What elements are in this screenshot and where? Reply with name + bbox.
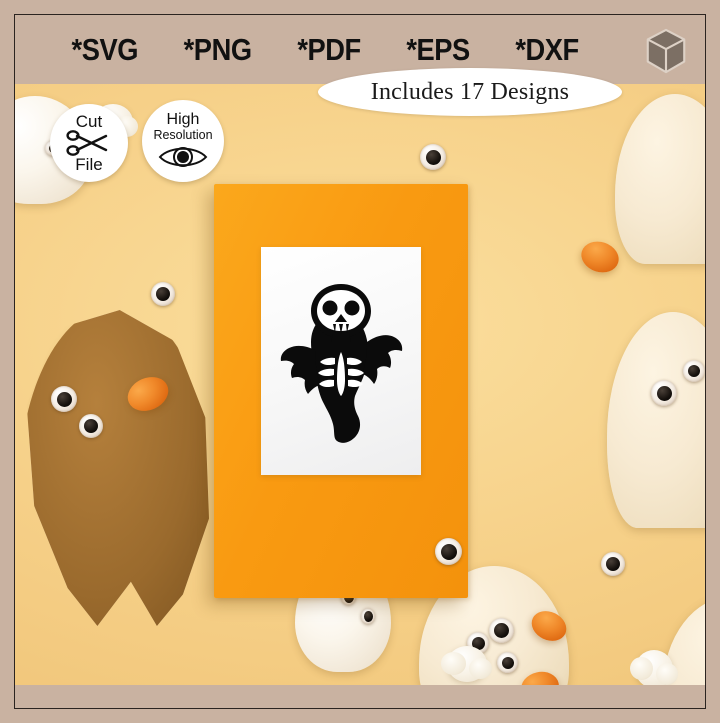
googly-eye bbox=[420, 144, 446, 170]
googly-eye bbox=[683, 360, 705, 382]
googly-eye bbox=[79, 414, 103, 438]
high-res-label-bottom: Resolution bbox=[153, 127, 213, 142]
cut-file-label-top: Cut bbox=[75, 112, 103, 131]
googly-eye bbox=[651, 380, 677, 406]
format-png: *PNG bbox=[183, 32, 252, 67]
format-eps: *EPS bbox=[406, 32, 470, 67]
includes-designs-badge: Includes 17 Designs bbox=[318, 68, 622, 116]
cut-file-badge: Cut File bbox=[50, 104, 128, 182]
3d-cube-icon bbox=[646, 28, 686, 74]
eye-icon bbox=[158, 146, 208, 167]
googly-eye bbox=[497, 652, 518, 673]
ghost-cookie-left bbox=[26, 310, 209, 626]
googly-eye bbox=[51, 386, 77, 412]
candy-corn-piece bbox=[577, 236, 623, 278]
includes-designs-label: Includes 17 Designs bbox=[370, 78, 570, 105]
cut-file-label-bottom: File bbox=[75, 155, 103, 174]
googly-eye bbox=[361, 608, 375, 624]
format-dxf: *DXF bbox=[515, 32, 579, 67]
googly-eye bbox=[489, 618, 514, 643]
orange-greeting-card bbox=[214, 184, 468, 598]
high-res-label-top: High bbox=[166, 111, 200, 129]
high-resolution-badge: High Resolution bbox=[142, 100, 224, 182]
white-card-panel bbox=[261, 247, 421, 475]
ghost-cookie-right bbox=[603, 308, 705, 532]
scissors-icon bbox=[66, 130, 108, 156]
format-svg: *SVG bbox=[71, 32, 139, 67]
googly-eye bbox=[435, 538, 462, 565]
ghost-cookie-right bbox=[611, 90, 705, 268]
product-photo bbox=[15, 84, 705, 685]
googly-eye bbox=[601, 552, 625, 576]
popcorn-piece bbox=[629, 650, 678, 685]
googly-eye bbox=[151, 282, 175, 306]
skeleton-ghost-design bbox=[280, 284, 403, 443]
product-listing-image: *SVG *PNG *PDF *EPS *DXF Includes 17 Des… bbox=[0, 0, 720, 723]
popcorn-piece bbox=[441, 646, 492, 682]
format-pdf: *PDF bbox=[297, 32, 362, 67]
